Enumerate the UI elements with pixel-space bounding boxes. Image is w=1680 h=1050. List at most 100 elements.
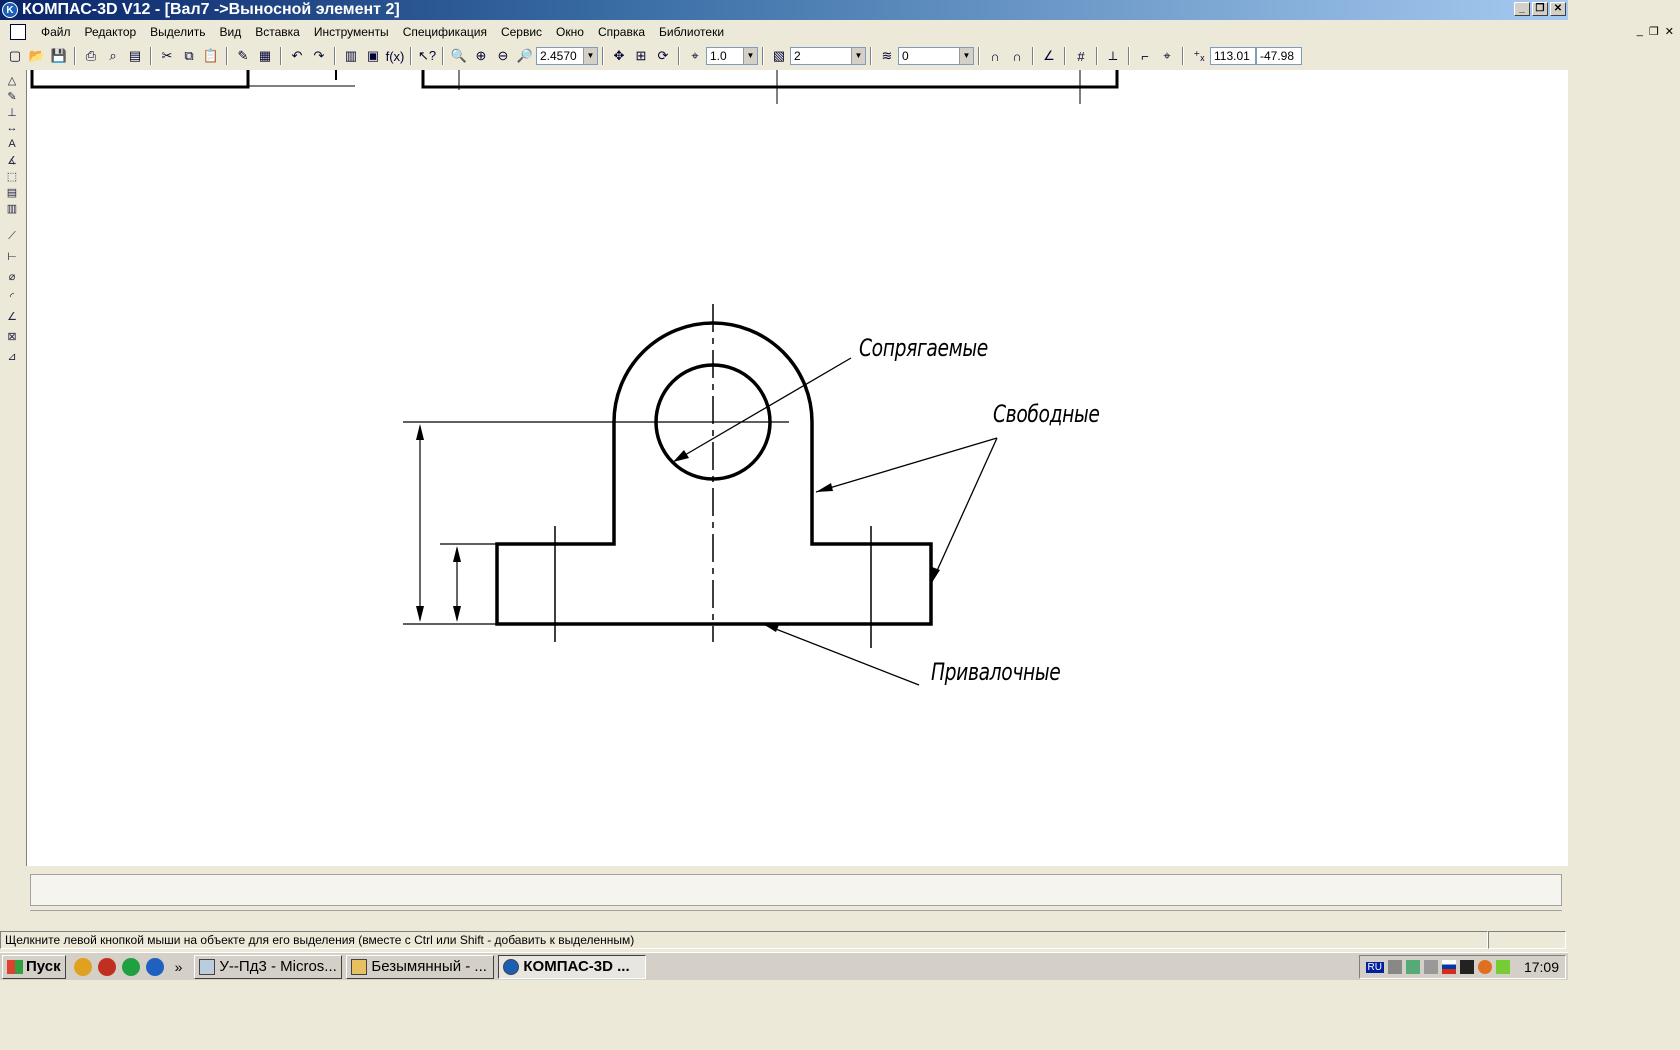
show-all-icon[interactable]: ⊞	[631, 46, 651, 66]
property-panel[interactable]	[30, 874, 1562, 906]
chamfer-dim-icon[interactable]: ⊿	[2, 348, 22, 364]
chevron-right-icon[interactable]: »	[175, 959, 183, 975]
zoom-combo[interactable]: 2.4570 ▼	[536, 47, 598, 65]
task-word[interactable]: У--Пд3 - Micros...	[194, 954, 343, 979]
layer-combo[interactable]: 0 ▼	[898, 47, 974, 65]
zoom-in-icon[interactable]: ⊕	[471, 46, 491, 66]
variables-icon[interactable]: f(x)	[385, 46, 405, 66]
library-icon[interactable]: ▣	[363, 46, 383, 66]
step-combo[interactable]: 1.0 ▼	[706, 47, 758, 65]
menu-window[interactable]: Окно	[549, 25, 591, 39]
snap-magnet-icon[interactable]: ∩	[985, 46, 1005, 66]
tray-monitor-icon[interactable]	[1459, 960, 1474, 974]
tray-keyboard-layout-icon[interactable]	[1441, 960, 1456, 974]
page-setup-icon[interactable]: ▤	[125, 46, 145, 66]
menu-editor[interactable]: Редактор	[78, 25, 144, 39]
radial-dim-icon[interactable]: ◜	[2, 288, 22, 304]
mdi-minimize-button[interactable]: _	[1637, 25, 1643, 38]
spec-icon[interactable]: ▤	[2, 184, 22, 200]
menu-help[interactable]: Справка	[591, 25, 652, 39]
properties-icon[interactable]: ▦	[255, 46, 275, 66]
cursor-coords-icon[interactable]: ⌖	[1157, 46, 1177, 66]
copy-icon[interactable]: ⧉	[179, 46, 199, 66]
undo-icon[interactable]: ↶	[287, 46, 307, 66]
designations-icon[interactable]: A	[2, 136, 22, 152]
help-pointer-icon[interactable]: ↖?	[417, 46, 437, 66]
zoom-out-icon[interactable]: ⊖	[493, 46, 513, 66]
style-combo[interactable]: 2 ▼	[790, 47, 866, 65]
dimensions-icon[interactable]: ↔	[2, 120, 22, 136]
chevron-down-icon[interactable]: ▼	[583, 48, 597, 64]
mdi-close-button[interactable]: ✕	[1665, 25, 1674, 38]
refresh-icon[interactable]: ⟳	[653, 46, 673, 66]
print-preview-icon[interactable]: ⌕	[103, 46, 123, 66]
ortho-icon[interactable]: ∠	[1039, 46, 1059, 66]
menu-tools[interactable]: Инструменты	[307, 25, 396, 39]
auto-line-icon[interactable]: ⟋	[2, 228, 22, 244]
minimize-button[interactable]: _	[1514, 2, 1530, 16]
document-icon[interactable]	[10, 24, 26, 40]
tray-volume-icon[interactable]	[1423, 960, 1438, 974]
geometry-icon[interactable]: △	[2, 72, 22, 88]
status-hint: Щелкните левой кнопкой мыши на объекте д…	[0, 931, 1488, 949]
coord-x-field[interactable]: 113.01	[1210, 47, 1256, 65]
menu-specification[interactable]: Спецификация	[396, 25, 494, 39]
new-document-icon[interactable]: ▢	[5, 46, 25, 66]
start-button[interactable]: Пуск	[2, 954, 66, 979]
manager-icon[interactable]: ▥	[341, 46, 361, 66]
drawing-canvas[interactable]: Сопрягаемые Свободные Привалочные	[26, 70, 1568, 866]
layer-icon[interactable]: ≋	[877, 46, 897, 66]
tray-network-icon[interactable]	[1405, 960, 1420, 974]
edit-icon[interactable]: ✎	[2, 88, 22, 104]
print-icon[interactable]: ⎙	[81, 46, 101, 66]
grid-icon[interactable]: #	[1071, 46, 1091, 66]
menu-libraries[interactable]: Библиотеки	[652, 25, 731, 39]
ie-quicklaunch-icon[interactable]	[145, 957, 164, 976]
menu-service[interactable]: Сервис	[494, 25, 549, 39]
utorrent-quicklaunch-icon[interactable]	[121, 957, 140, 976]
zoom-scale-icon[interactable]: 🔎	[515, 46, 535, 66]
round-icon[interactable]: ⌐	[1135, 46, 1155, 66]
coord-y-field[interactable]: -47.98	[1256, 47, 1302, 65]
browser-quicklaunch-icon[interactable]	[97, 957, 116, 976]
restore-button[interactable]: ❐	[1532, 2, 1548, 16]
cut-icon[interactable]: ✂	[157, 46, 177, 66]
task-paint[interactable]: Безымянный - ...	[346, 954, 495, 979]
menu-select[interactable]: Выделить	[143, 25, 212, 39]
tray-nvidia-icon[interactable]	[1495, 960, 1510, 974]
report-icon[interactable]: ▥	[2, 200, 22, 216]
menu-file[interactable]: Файл	[34, 25, 78, 39]
save-icon[interactable]: 💾	[49, 46, 69, 66]
chevron-down-icon[interactable]: ▼	[743, 48, 757, 64]
parametrization-icon[interactable]: ⊥	[2, 104, 22, 120]
task-kompas[interactable]: КОМПАС-3D ...	[498, 954, 647, 979]
line-style-icon[interactable]: ▧	[769, 46, 789, 66]
zoom-window-icon[interactable]: 🔍	[449, 46, 469, 66]
kompas-icon[interactable]: K	[2, 2, 18, 18]
pan-icon[interactable]: ✥	[609, 46, 629, 66]
diameter-dim-icon[interactable]: ⌀	[2, 268, 22, 284]
clock[interactable]: 17:09	[1524, 959, 1559, 975]
mdi-restore-button[interactable]: ❐	[1649, 25, 1659, 38]
tray-app-icon[interactable]	[1387, 960, 1402, 974]
break-dim-icon[interactable]: ⊠	[2, 328, 22, 344]
redo-icon[interactable]: ↷	[309, 46, 329, 66]
open-folder-icon[interactable]: 📂	[27, 46, 47, 66]
chevron-down-icon[interactable]: ▼	[959, 48, 973, 64]
format-brush-icon[interactable]: ✎	[233, 46, 253, 66]
cursor-step-icon[interactable]: ⌖	[685, 46, 705, 66]
angle-dim-icon[interactable]: ∠	[2, 308, 22, 324]
tray-update-icon[interactable]	[1477, 960, 1492, 974]
local-cs-icon[interactable]: ⟂	[1103, 46, 1123, 66]
menu-insert[interactable]: Вставка	[248, 25, 307, 39]
menu-view[interactable]: Вид	[213, 25, 249, 39]
chevron-down-icon[interactable]: ▼	[851, 48, 865, 64]
language-indicator[interactable]: RU	[1365, 961, 1384, 973]
measure-icon[interactable]: ∡	[2, 152, 22, 168]
paste-icon[interactable]: 📋	[201, 46, 221, 66]
snap-local-icon[interactable]: ∩	[1007, 46, 1027, 66]
close-button[interactable]: ✕	[1550, 2, 1566, 16]
autocad-quicklaunch-icon[interactable]	[73, 957, 92, 976]
linear-dim-icon[interactable]: ⊢	[2, 248, 22, 264]
select-icon[interactable]: ⬚	[2, 168, 22, 184]
